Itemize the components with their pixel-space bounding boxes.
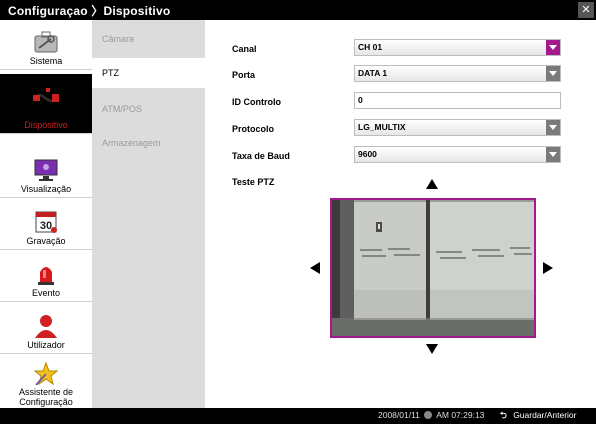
porta-value: DATA 1 bbox=[358, 68, 388, 78]
canal-value: CH 01 bbox=[358, 42, 383, 52]
subnav-item-atm-pos[interactable]: ATM/POS bbox=[92, 94, 205, 124]
status-bar: 2008/01/11 AM 07:29:13 ⮌ Guardar/Anterio… bbox=[0, 408, 596, 424]
title-bar: Configuraçao 〉Dispositivo ✕ bbox=[0, 0, 596, 20]
calendar-30-icon: 30 bbox=[35, 211, 57, 233]
alarm-light-icon bbox=[38, 267, 54, 285]
id-controlo-label: ID Controlo bbox=[232, 97, 281, 107]
clock-icon bbox=[424, 411, 433, 419]
sidebar-item-sistema[interactable]: Sistema bbox=[0, 20, 92, 70]
subnav-item-camara[interactable]: Câmara bbox=[92, 24, 205, 54]
camera-preview-image bbox=[332, 200, 534, 336]
toolbox-icon bbox=[34, 31, 58, 53]
sidebar-item-dispositivo[interactable]: Dispositivo bbox=[0, 74, 92, 134]
chevron-down-icon[interactable] bbox=[546, 66, 560, 81]
sidebar-item-label: Evento bbox=[31, 288, 61, 298]
chevron-down-icon[interactable] bbox=[546, 120, 560, 135]
sidebar-item-label: Dispositivo bbox=[24, 120, 68, 130]
teste-ptz-label: Teste PTZ bbox=[232, 177, 275, 187]
taxa-de-baud-select[interactable]: 9600 bbox=[354, 146, 561, 163]
sidebar-item-label: Sistema bbox=[29, 56, 63, 66]
clock-display: 2008/01/11 AM 07:29:13 bbox=[378, 410, 484, 420]
sidebar-item-visualizacao[interactable]: Visualização bbox=[0, 148, 92, 198]
sidebar-item-label: Utilizador bbox=[27, 340, 65, 350]
sidebar-item-utilizador[interactable]: Utilizador bbox=[0, 304, 92, 354]
status-date: 2008/01/11 bbox=[378, 410, 420, 420]
ptz-settings-panel: Canal CH 01 Porta DATA 1 ID Controlo 0 P… bbox=[205, 20, 596, 408]
sidebar-item-label: Assistente de Configuração bbox=[18, 387, 74, 407]
window-title: Configuraçao 〉Dispositivo bbox=[8, 4, 171, 18]
subnav-item-armazenagem[interactable]: Armazenagem bbox=[92, 128, 205, 158]
subnav: Câmara PTZ ATM/POS Armazenagem bbox=[92, 20, 205, 408]
sidebar-item-gravacao[interactable]: 30 Gravação bbox=[0, 200, 92, 250]
id-controlo-value: 0 bbox=[358, 95, 363, 105]
porta-select[interactable]: DATA 1 bbox=[354, 65, 561, 82]
protocolo-select[interactable]: LG_MULTIX bbox=[354, 119, 561, 136]
id-controlo-input[interactable]: 0 bbox=[354, 92, 561, 109]
chevron-down-icon[interactable] bbox=[546, 147, 560, 162]
return-arrow-icon: ⮌ bbox=[500, 410, 507, 420]
ptz-up-arrow-icon[interactable] bbox=[425, 178, 439, 190]
ptz-right-arrow-icon[interactable] bbox=[542, 261, 554, 275]
wizard-star-icon bbox=[33, 361, 59, 386]
ptz-camera-preview[interactable] bbox=[330, 198, 536, 338]
cable-plug-icon bbox=[33, 88, 59, 103]
save-back-label: Guardar/Anterior bbox=[513, 410, 577, 420]
user-icon bbox=[35, 315, 57, 338]
sidebar-item-evento[interactable]: Evento bbox=[0, 252, 92, 302]
chevron-down-icon[interactable] bbox=[546, 40, 560, 55]
monitor-icon bbox=[34, 159, 58, 181]
canal-select[interactable]: CH 01 bbox=[354, 39, 561, 56]
sidebar-item-label: Visualização bbox=[20, 184, 72, 194]
protocolo-label: Protocolo bbox=[232, 124, 274, 134]
status-time: AM 07:29:13 bbox=[436, 410, 485, 420]
protocolo-value: LG_MULTIX bbox=[358, 122, 406, 132]
subnav-item-ptz[interactable]: PTZ bbox=[92, 58, 205, 88]
svg-text:30: 30 bbox=[40, 220, 52, 232]
canal-label: Canal bbox=[232, 44, 257, 54]
ptz-down-arrow-icon[interactable] bbox=[425, 343, 439, 355]
save-back-button[interactable]: ⮌ Guardar/Anterior bbox=[500, 410, 594, 422]
sidebar: Sistema Dispositivo Visualização 30 Grav… bbox=[0, 20, 92, 408]
sidebar-item-assistente[interactable]: Assistente de Configuração bbox=[0, 356, 92, 408]
close-button[interactable]: ✕ bbox=[578, 2, 594, 18]
taxa-de-baud-label: Taxa de Baud bbox=[232, 151, 290, 161]
sidebar-item-label: Gravação bbox=[26, 236, 66, 246]
taxa-de-baud-value: 9600 bbox=[358, 149, 377, 159]
porta-label: Porta bbox=[232, 70, 256, 80]
ptz-left-arrow-icon[interactable] bbox=[309, 261, 321, 275]
